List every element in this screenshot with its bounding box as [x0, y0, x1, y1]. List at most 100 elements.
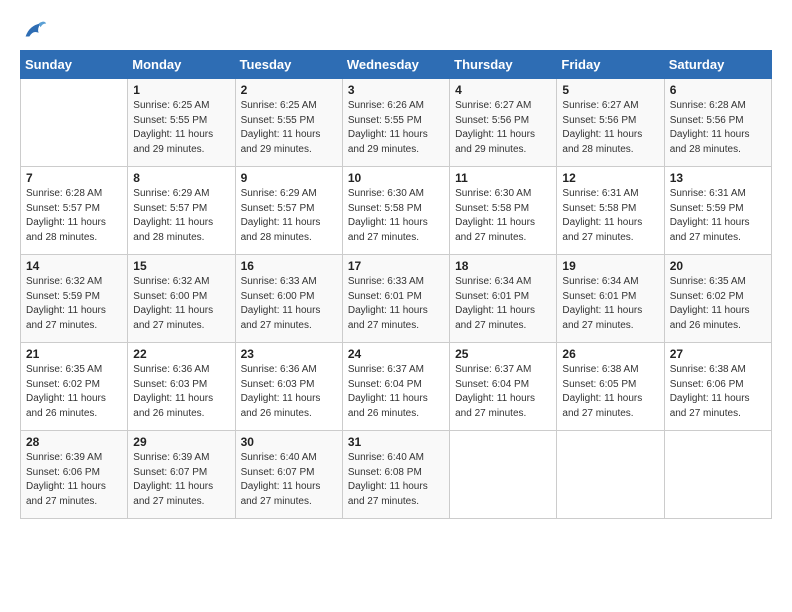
calendar-cell: 30 Sunrise: 6:40 AM Sunset: 6:07 PM Dayli…: [235, 431, 342, 519]
calendar-cell: [450, 431, 557, 519]
day-info: Sunrise: 6:30 AM Sunset: 5:58 PM Dayligh…: [455, 187, 551, 245]
col-header-monday: Monday: [128, 51, 235, 79]
calendar-cell: [664, 431, 771, 519]
day-number: 23: [241, 347, 337, 361]
col-header-thursday: Thursday: [450, 51, 557, 79]
calendar-cell: 8 Sunrise: 6:29 AM Sunset: 5:57 PM Daylig…: [128, 167, 235, 255]
calendar-cell: 14 Sunrise: 6:32 AM Sunset: 5:59 PM Dayli…: [21, 255, 128, 343]
calendar-cell: 25 Sunrise: 6:37 AM Sunset: 6:04 PM Dayli…: [450, 343, 557, 431]
day-number: 15: [133, 259, 229, 273]
day-info: Sunrise: 6:25 AM Sunset: 5:55 PM Dayligh…: [241, 99, 337, 157]
calendar-cell: 17Sunrise: 6:33 AM Sunset: 6:01 PM Dayli…: [342, 255, 449, 343]
day-info: Sunrise: 6:35 AM Sunset: 6:02 PM Dayligh…: [670, 275, 766, 333]
day-number: 2: [241, 83, 337, 97]
day-number: 30: [241, 435, 337, 449]
calendar-cell: [557, 431, 664, 519]
logo-icon: [20, 16, 48, 44]
calendar-week-row: 28Sunrise: 6:39 AM Sunset: 6:06 PM Dayli…: [21, 431, 772, 519]
day-info: Sunrise: 6:32 AM Sunset: 6:00 PM Dayligh…: [133, 275, 229, 333]
day-info: Sunrise: 6:28 AM Sunset: 5:57 PM Dayligh…: [26, 187, 122, 245]
calendar-cell: 16Sunrise: 6:33 AM Sunset: 6:00 PM Dayli…: [235, 255, 342, 343]
calendar-week-row: 1 Sunrise: 6:25 AM Sunset: 5:55 PM Daylig…: [21, 79, 772, 167]
calendar-cell: 15 Sunrise: 6:32 AM Sunset: 6:00 PM Dayli…: [128, 255, 235, 343]
day-number: 29: [133, 435, 229, 449]
calendar-cell: 13 Sunrise: 6:31 AM Sunset: 5:59 PM Dayli…: [664, 167, 771, 255]
day-number: 19: [562, 259, 658, 273]
day-info: Sunrise: 6:36 AM Sunset: 6:03 PM Dayligh…: [241, 363, 337, 421]
day-number: 26: [562, 347, 658, 361]
day-info: Sunrise: 6:37 AM Sunset: 6:04 PM Dayligh…: [455, 363, 551, 421]
day-number: 14: [26, 259, 122, 273]
calendar-cell: 10 Sunrise: 6:30 AM Sunset: 5:58 PM Dayli…: [342, 167, 449, 255]
day-info: Sunrise: 6:37 AM Sunset: 6:04 PM Dayligh…: [348, 363, 444, 421]
day-number: 18: [455, 259, 551, 273]
calendar-cell: 20 Sunrise: 6:35 AM Sunset: 6:02 PM Dayli…: [664, 255, 771, 343]
day-info: Sunrise: 6:32 AM Sunset: 5:59 PM Dayligh…: [26, 275, 122, 333]
day-info: Sunrise: 6:25 AM Sunset: 5:55 PM Dayligh…: [133, 99, 229, 157]
calendar-header-row: SundayMondayTuesdayWednesdayThursdayFrid…: [21, 51, 772, 79]
calendar-cell: 6 Sunrise: 6:28 AM Sunset: 5:56 PM Daylig…: [664, 79, 771, 167]
col-header-wednesday: Wednesday: [342, 51, 449, 79]
day-info: Sunrise: 6:34 AM Sunset: 6:01 PM Dayligh…: [455, 275, 551, 333]
day-number: 13: [670, 171, 766, 185]
calendar-cell: 23 Sunrise: 6:36 AM Sunset: 6:03 PM Dayli…: [235, 343, 342, 431]
day-number: 20: [670, 259, 766, 273]
calendar-cell: 24 Sunrise: 6:37 AM Sunset: 6:04 PM Dayli…: [342, 343, 449, 431]
calendar-cell: 18 Sunrise: 6:34 AM Sunset: 6:01 PM Dayli…: [450, 255, 557, 343]
calendar-cell: 5Sunrise: 6:27 AM Sunset: 5:56 PM Daylig…: [557, 79, 664, 167]
day-number: 5: [562, 83, 658, 97]
day-number: 10: [348, 171, 444, 185]
day-number: 6: [670, 83, 766, 97]
calendar-cell: 29 Sunrise: 6:39 AM Sunset: 6:07 PM Dayli…: [128, 431, 235, 519]
day-number: 1: [133, 83, 229, 97]
day-info: Sunrise: 6:34 AM Sunset: 6:01 PM Dayligh…: [562, 275, 658, 333]
day-info: Sunrise: 6:40 AM Sunset: 6:07 PM Dayligh…: [241, 451, 337, 509]
day-info: Sunrise: 6:27 AM Sunset: 5:56 PM Dayligh…: [455, 99, 551, 157]
calendar-cell: 22Sunrise: 6:36 AM Sunset: 6:03 PM Dayli…: [128, 343, 235, 431]
calendar-cell: 26 Sunrise: 6:38 AM Sunset: 6:05 PM Dayli…: [557, 343, 664, 431]
day-number: 11: [455, 171, 551, 185]
day-info: Sunrise: 6:29 AM Sunset: 5:57 PM Dayligh…: [241, 187, 337, 245]
day-number: 4: [455, 83, 551, 97]
day-number: 21: [26, 347, 122, 361]
calendar-week-row: 14 Sunrise: 6:32 AM Sunset: 5:59 PM Dayli…: [21, 255, 772, 343]
calendar-cell: 1 Sunrise: 6:25 AM Sunset: 5:55 PM Daylig…: [128, 79, 235, 167]
day-info: Sunrise: 6:33 AM Sunset: 6:00 PM Dayligh…: [241, 275, 337, 333]
calendar-cell: 21 Sunrise: 6:35 AM Sunset: 6:02 PM Dayli…: [21, 343, 128, 431]
calendar-cell: 28Sunrise: 6:39 AM Sunset: 6:06 PM Dayli…: [21, 431, 128, 519]
day-info: Sunrise: 6:35 AM Sunset: 6:02 PM Dayligh…: [26, 363, 122, 421]
day-number: 24: [348, 347, 444, 361]
day-info: Sunrise: 6:38 AM Sunset: 6:05 PM Dayligh…: [562, 363, 658, 421]
calendar-cell: 31Sunrise: 6:40 AM Sunset: 6:08 PM Dayli…: [342, 431, 449, 519]
day-number: 3: [348, 83, 444, 97]
day-number: 12: [562, 171, 658, 185]
calendar-week-row: 21 Sunrise: 6:35 AM Sunset: 6:02 PM Dayli…: [21, 343, 772, 431]
logo: [20, 16, 52, 44]
day-info: Sunrise: 6:39 AM Sunset: 6:07 PM Dayligh…: [133, 451, 229, 509]
calendar-cell: [21, 79, 128, 167]
day-info: Sunrise: 6:30 AM Sunset: 5:58 PM Dayligh…: [348, 187, 444, 245]
calendar-cell: 12 Sunrise: 6:31 AM Sunset: 5:58 PM Dayli…: [557, 167, 664, 255]
col-header-tuesday: Tuesday: [235, 51, 342, 79]
day-info: Sunrise: 6:26 AM Sunset: 5:55 PM Dayligh…: [348, 99, 444, 157]
calendar-cell: 11 Sunrise: 6:30 AM Sunset: 5:58 PM Dayli…: [450, 167, 557, 255]
day-info: Sunrise: 6:28 AM Sunset: 5:56 PM Dayligh…: [670, 99, 766, 157]
day-info: Sunrise: 6:31 AM Sunset: 5:58 PM Dayligh…: [562, 187, 658, 245]
day-number: 22: [133, 347, 229, 361]
day-number: 7: [26, 171, 122, 185]
calendar-cell: 27Sunrise: 6:38 AM Sunset: 6:06 PM Dayli…: [664, 343, 771, 431]
col-header-saturday: Saturday: [664, 51, 771, 79]
day-info: Sunrise: 6:29 AM Sunset: 5:57 PM Dayligh…: [133, 187, 229, 245]
calendar-cell: 4 Sunrise: 6:27 AM Sunset: 5:56 PM Daylig…: [450, 79, 557, 167]
page-header: [20, 16, 772, 44]
calendar-cell: 19 Sunrise: 6:34 AM Sunset: 6:01 PM Dayli…: [557, 255, 664, 343]
day-number: 31: [348, 435, 444, 449]
day-number: 28: [26, 435, 122, 449]
col-header-friday: Friday: [557, 51, 664, 79]
day-number: 17: [348, 259, 444, 273]
day-number: 8: [133, 171, 229, 185]
calendar-week-row: 7 Sunrise: 6:28 AM Sunset: 5:57 PM Daylig…: [21, 167, 772, 255]
day-info: Sunrise: 6:31 AM Sunset: 5:59 PM Dayligh…: [670, 187, 766, 245]
day-number: 25: [455, 347, 551, 361]
day-number: 9: [241, 171, 337, 185]
